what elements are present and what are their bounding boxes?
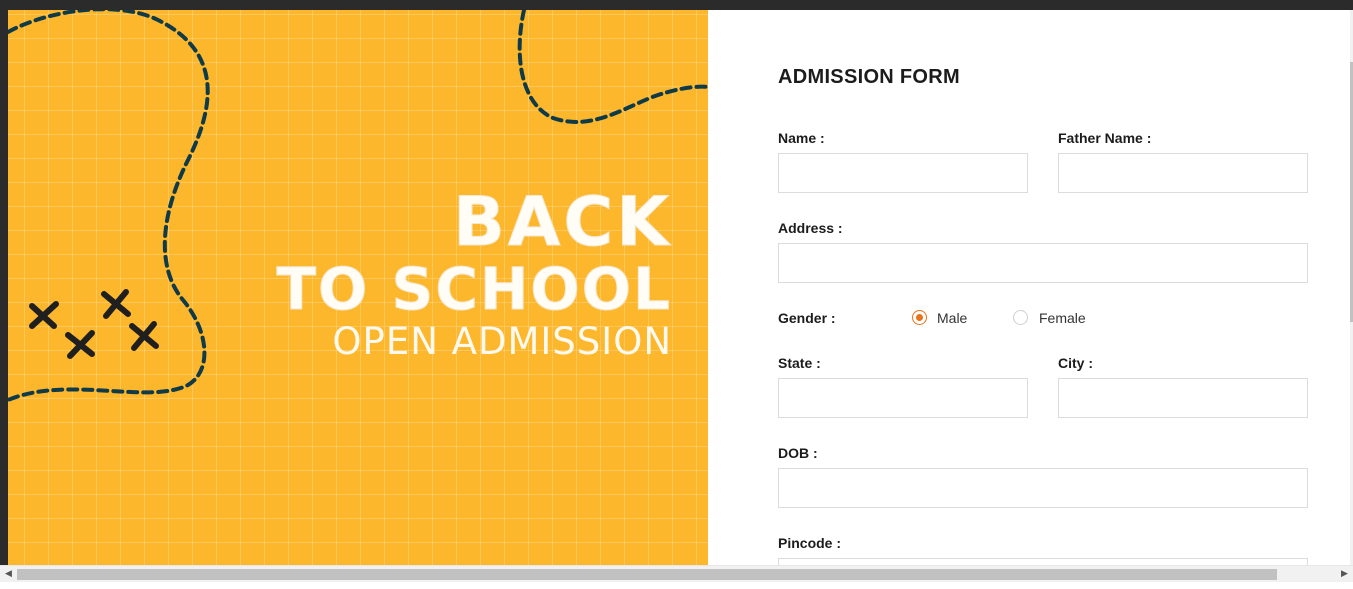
hero-line-back: BACK: [452, 183, 672, 262]
gender-male-label[interactable]: Male: [937, 310, 967, 326]
father-name-input[interactable]: [1058, 153, 1308, 193]
left-edge-bar: [0, 10, 8, 565]
horizontal-scrollbar[interactable]: ◀ ▶: [0, 565, 1353, 582]
dashed-curve-right: [517, 10, 708, 124]
scroll-left-arrow-icon[interactable]: ◀: [0, 566, 17, 582]
gender-female-label[interactable]: Female: [1039, 310, 1086, 326]
state-input[interactable]: [778, 378, 1028, 418]
name-input[interactable]: [778, 153, 1028, 193]
address-label: Address :: [778, 220, 843, 236]
city-label: City :: [1058, 355, 1093, 371]
gender-label: Gender :: [778, 310, 836, 326]
hero-line-open-admission: OPEN ADMISSION: [332, 320, 672, 363]
dashed-curve-left: [8, 10, 210, 402]
dob-label: DOB :: [778, 445, 818, 461]
scroll-right-arrow-icon[interactable]: ▶: [1336, 566, 1353, 582]
city-input[interactable]: [1058, 378, 1308, 418]
gender-male-radio[interactable]: [912, 310, 927, 325]
admission-form-panel: ADMISSION FORM Name : Father Name : Addr…: [708, 10, 1350, 565]
hero-headline: BACK TO SCHOOL OPEN ADMISSION: [276, 183, 672, 364]
gender-female-radio[interactable]: [1013, 310, 1028, 325]
bottom-strip: [0, 582, 1353, 589]
dob-input[interactable]: [778, 468, 1308, 508]
form-title: ADMISSION FORM: [778, 66, 960, 88]
horizontal-scrollbar-thumb[interactable]: [17, 569, 1277, 580]
hero-line-to-school: TO SCHOOL: [276, 255, 672, 323]
state-label: State :: [778, 355, 821, 371]
pincode-input[interactable]: [778, 558, 1308, 565]
hero-banner: BACK TO SCHOOL OPEN ADMISSION: [8, 10, 708, 565]
father-name-label: Father Name :: [1058, 130, 1152, 146]
x-marks: [29, 289, 159, 359]
pincode-label: Pincode :: [778, 535, 842, 551]
name-label: Name :: [778, 130, 825, 146]
top-bar: [0, 0, 1353, 10]
address-input[interactable]: [778, 243, 1308, 283]
